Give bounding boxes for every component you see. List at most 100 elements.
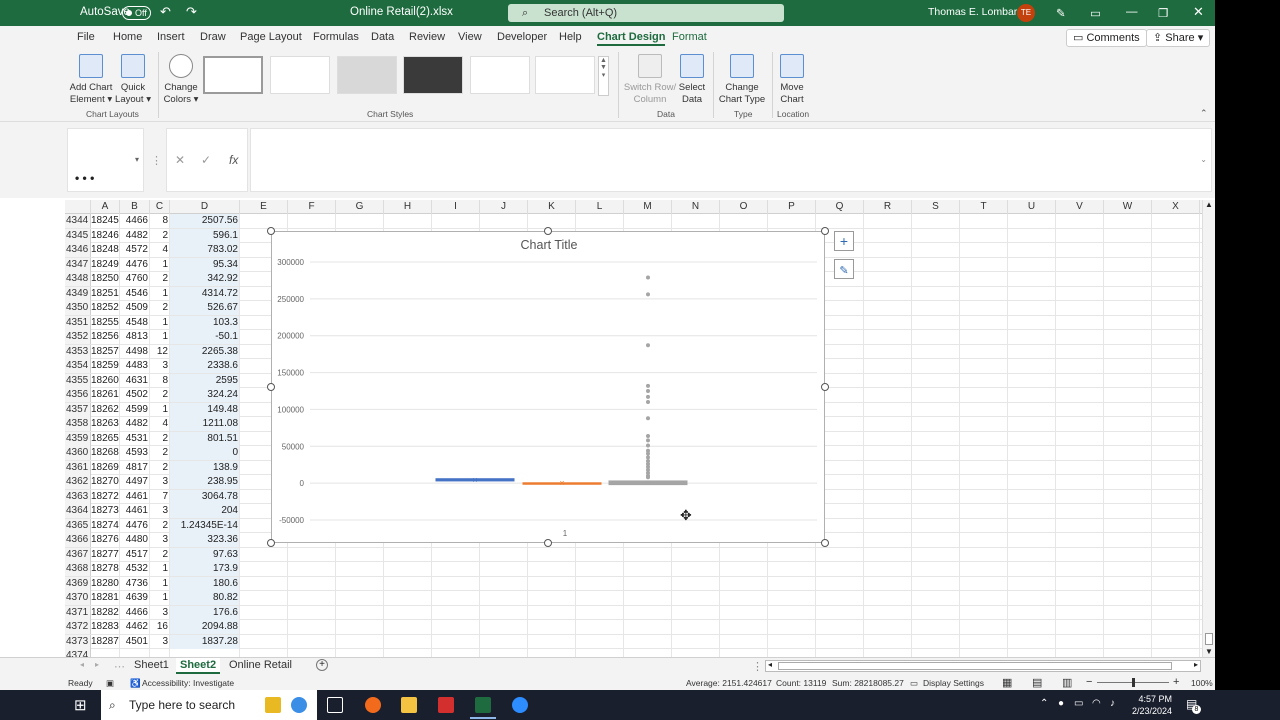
cell-b[interactable]: 4461 — [120, 490, 150, 504]
row-number[interactable]: 4352 — [65, 330, 91, 344]
cell-c[interactable]: 16 — [150, 620, 170, 634]
cell-b[interactable]: 4631 — [120, 374, 150, 388]
cell-b[interactable]: 4480 — [120, 533, 150, 547]
status-average[interactable]: Average: 2151.424617 — [686, 678, 772, 688]
resize-handle-ne[interactable] — [821, 227, 829, 235]
cell-c[interactable]: 2 — [150, 446, 170, 460]
cell-d[interactable]: 3064.78 — [170, 489, 240, 504]
scroll-left-icon[interactable]: ◂ — [768, 660, 772, 669]
name-box-dropdown-icon[interactable]: ▾ — [135, 155, 139, 164]
column-header-u[interactable]: U — [1008, 200, 1056, 214]
enter-icon[interactable]: ✓ — [201, 153, 211, 167]
column-header-t[interactable]: T — [960, 200, 1008, 214]
volume-icon[interactable]: ♪ — [1110, 698, 1115, 709]
cell-d[interactable]: -50.1 — [170, 330, 240, 344]
chart-style-2[interactable] — [270, 56, 330, 94]
column-header-e[interactable]: E — [240, 200, 288, 214]
cell-a[interactable]: 18263 — [91, 417, 120, 431]
expand-formula-icon[interactable]: ⌄ — [1200, 155, 1207, 164]
cell-b[interactable]: 4501 — [120, 635, 150, 649]
zoom-in-icon[interactable]: + — [1173, 676, 1179, 688]
cell-c[interactable]: 4 — [150, 243, 170, 257]
cell-c[interactable]: 2 — [150, 229, 170, 243]
tab-data[interactable]: Data — [371, 31, 394, 43]
cell-c[interactable]: 3 — [150, 475, 170, 489]
cell-b[interactable]: 4817 — [120, 461, 150, 475]
cell-a[interactable]: 18272 — [91, 490, 120, 504]
pen-icon[interactable]: ✎ — [1056, 6, 1066, 20]
sheet-tab-sheet1[interactable]: Sheet1 — [130, 658, 173, 674]
row-number[interactable]: 4365 — [65, 518, 91, 533]
column-header-g[interactable]: G — [336, 200, 384, 214]
resize-handle-se[interactable] — [821, 539, 829, 547]
row-number[interactable]: 4355 — [65, 373, 91, 388]
cell-b[interactable]: 4483 — [120, 359, 150, 373]
cell-a[interactable]: 18246 — [91, 229, 120, 243]
row-number[interactable]: 4363 — [65, 489, 91, 504]
outlier-point[interactable] — [646, 343, 650, 348]
row-number[interactable]: 4344 — [65, 214, 91, 228]
row-number[interactable]: 4348 — [65, 272, 91, 286]
chart-style-5[interactable] — [470, 56, 530, 94]
collapse-ribbon-icon[interactable]: ⌃ — [1200, 108, 1208, 119]
cell-b[interactable]: 4476 — [120, 519, 150, 533]
cell-a[interactable] — [91, 649, 120, 657]
resize-handle-nw[interactable] — [267, 227, 275, 235]
resize-handle-e[interactable] — [821, 383, 829, 391]
macro-record-icon[interactable]: ▣ — [106, 678, 114, 689]
file-explorer-icon[interactable] — [401, 697, 417, 713]
row-number[interactable]: 4373 — [65, 634, 91, 649]
cell-c[interactable]: 4 — [150, 417, 170, 431]
cell-d[interactable]: 176.6 — [170, 605, 240, 620]
column-header-p[interactable]: P — [768, 200, 816, 214]
tab-insert[interactable]: Insert — [157, 31, 185, 43]
column-header-n[interactable]: N — [672, 200, 720, 214]
cell-c[interactable]: 8 — [150, 374, 170, 388]
row-number[interactable]: 4353 — [65, 344, 91, 359]
row-number[interactable]: 4368 — [65, 562, 91, 576]
sheet-nav-next-icon[interactable]: ▸ — [95, 660, 99, 669]
column-header-k[interactable]: K — [528, 200, 576, 214]
file-name[interactable]: Online Retail(2).xlsx — [350, 6, 453, 18]
cell-b[interactable]: 4476 — [120, 258, 150, 272]
row-number[interactable]: 4360 — [65, 446, 91, 460]
sheet-tab-online-retail[interactable]: Online Retail — [225, 658, 296, 674]
cell-a[interactable]: 18252 — [91, 301, 120, 315]
resize-handle-w[interactable] — [267, 383, 275, 391]
cell-c[interactable]: 7 — [150, 490, 170, 504]
outlier-point[interactable] — [646, 443, 650, 448]
outlier-point[interactable] — [646, 416, 650, 421]
cell-d[interactable]: 801.51 — [170, 431, 240, 446]
add-chart-element-button[interactable]: Add Chart Element ▾ — [68, 52, 114, 106]
column-header-d[interactable]: D — [170, 200, 240, 214]
cell-d[interactable]: 97.63 — [170, 547, 240, 562]
cell-a[interactable]: 18257 — [91, 345, 120, 359]
cell-c[interactable]: 8 — [150, 214, 170, 228]
cell-a[interactable]: 18278 — [91, 562, 120, 576]
excel-taskbar-icon[interactable] — [475, 697, 491, 713]
tab-review[interactable]: Review — [409, 31, 445, 43]
cell-a[interactable]: 18276 — [91, 533, 120, 547]
page-layout-view-icon[interactable]: ▤ — [1032, 676, 1042, 689]
cell-d[interactable]: 80.82 — [170, 591, 240, 605]
windows-start-icon[interactable]: ⊞ — [74, 696, 87, 714]
cell-d[interactable]: 2094.88 — [170, 620, 240, 634]
cell-a[interactable]: 18255 — [91, 316, 120, 330]
row-number[interactable]: 4350 — [65, 301, 91, 315]
column-header-m[interactable]: M — [624, 200, 672, 214]
cell-a[interactable]: 18250 — [91, 272, 120, 286]
zoom-slider-thumb[interactable] — [1132, 678, 1135, 687]
zoom-level[interactable]: 100% — [1191, 678, 1213, 688]
comments-button[interactable]: ▭ Comments — [1066, 29, 1147, 47]
cell-a[interactable]: 18270 — [91, 475, 120, 489]
resize-handle-n[interactable] — [544, 227, 552, 235]
outlier-point[interactable] — [646, 433, 650, 438]
cell-b[interactable]: 4517 — [120, 548, 150, 562]
column-header-r[interactable]: R — [864, 200, 912, 214]
column-header-w[interactable]: W — [1104, 200, 1152, 214]
cell-b[interactable]: 4509 — [120, 301, 150, 315]
row-number[interactable]: 4359 — [65, 431, 91, 446]
sheet-tab-sheet2[interactable]: Sheet2 — [176, 658, 221, 674]
cell-a[interactable]: 18283 — [91, 620, 120, 634]
chart-style-6[interactable] — [535, 56, 595, 94]
